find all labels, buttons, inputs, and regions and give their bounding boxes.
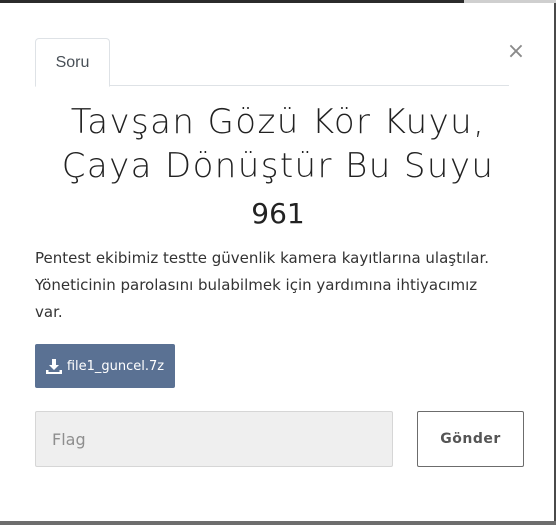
- tab-label: Soru: [55, 53, 90, 71]
- description-line-3: var.: [35, 303, 63, 321]
- download-icon: [45, 358, 62, 374]
- download-file-button[interactable]: file1_guncel.7z: [35, 344, 175, 388]
- title-line-2: Çaya Dönüştür Bu Suyu: [61, 146, 495, 186]
- submit-button[interactable]: Gönder: [417, 411, 524, 467]
- challenge-title: Tavşan Gözü Kör Kuyu, Çaya Dönüştür Bu S…: [20, 100, 536, 188]
- description-line-1: Pentest ekibimiz testte güvenlik kamera …: [35, 249, 490, 267]
- close-button[interactable]: ×: [505, 40, 527, 64]
- title-line-1: Tavşan Gözü Kör Kuyu,: [70, 102, 486, 142]
- download-file-label: file1_guncel.7z: [66, 358, 165, 374]
- description-line-2: Yöneticinin parolasını bulabilmek için y…: [35, 276, 478, 294]
- challenge-points: 961: [251, 197, 305, 230]
- modal-tabs: Soru: [35, 38, 509, 87]
- backdrop-bottom-bar: [0, 521, 556, 525]
- close-icon: ×: [506, 39, 526, 64]
- flag-input[interactable]: [35, 411, 393, 467]
- tab-soru[interactable]: Soru: [35, 38, 110, 87]
- challenge-description: Pentest ekibimiz testte güvenlik kamera …: [35, 245, 525, 326]
